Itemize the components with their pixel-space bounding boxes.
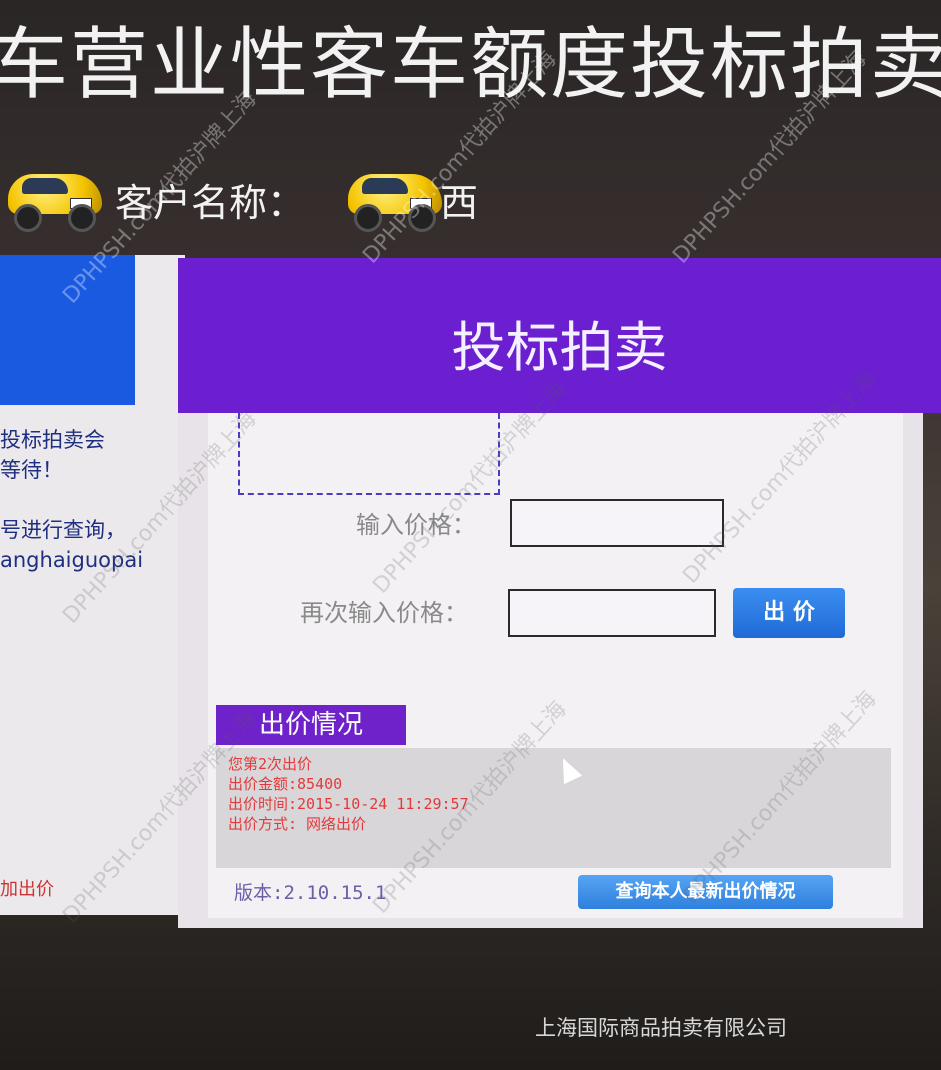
info-panel-text: 投标拍卖会 等待！ 号进行查询， anghaiguopai	[0, 428, 144, 572]
bid-form: 输入价格： 再次输入价格： 出 价 出价情况 您第2次出价 出价金额:85400…	[208, 413, 903, 918]
status-line: 您第2次出价	[228, 755, 313, 773]
info-panel-header	[0, 255, 135, 405]
captcha-area	[238, 413, 500, 495]
customer-row: 客户名称： 西	[0, 160, 941, 240]
version-text: 版本:2.10.15.1	[234, 882, 387, 904]
bid-panel: 投标拍卖 输入价格： 再次输入价格： 出 价 出价情况 您第2次出价 出价金额:…	[178, 258, 941, 928]
customer-name: 西	[440, 181, 479, 225]
company-name: 上海国际商品拍卖有限公司	[535, 1016, 787, 1040]
bid-status-box: 您第2次出价 出价金额:85400 出价时间:2015-10-24 11:29:…	[216, 748, 891, 868]
info-panel-note: 加出价	[0, 879, 54, 900]
status-line: 出价时间:2015-10-24 11:29:57	[228, 795, 469, 813]
customer-label: 客户名称：	[115, 181, 306, 225]
tab-bid-status[interactable]: 出价情况	[216, 705, 406, 745]
price-input[interactable]	[510, 499, 724, 547]
info-panel: 投标拍卖会 等待！ 号进行查询， anghaiguopai 加出价	[0, 255, 185, 915]
car-logo-icon	[340, 160, 450, 232]
car-logo-icon	[0, 160, 110, 232]
status-line: 出价方式: 网络出价	[228, 815, 367, 833]
status-line: 出价金额:85400	[228, 775, 343, 793]
bid-button[interactable]: 出 价	[733, 588, 845, 638]
price-label: 输入价格：	[356, 511, 476, 539]
query-latest-bid-button[interactable]: 查询本人最新出价情况	[578, 875, 833, 909]
repeat-price-input[interactable]	[508, 589, 716, 637]
repeat-price-label: 再次输入价格：	[300, 599, 468, 627]
bid-panel-title: 投标拍卖	[451, 316, 668, 379]
page-title: 车营业性客车额度投标拍卖	[0, 20, 941, 110]
bid-panel-header: 投标拍卖	[178, 258, 941, 413]
